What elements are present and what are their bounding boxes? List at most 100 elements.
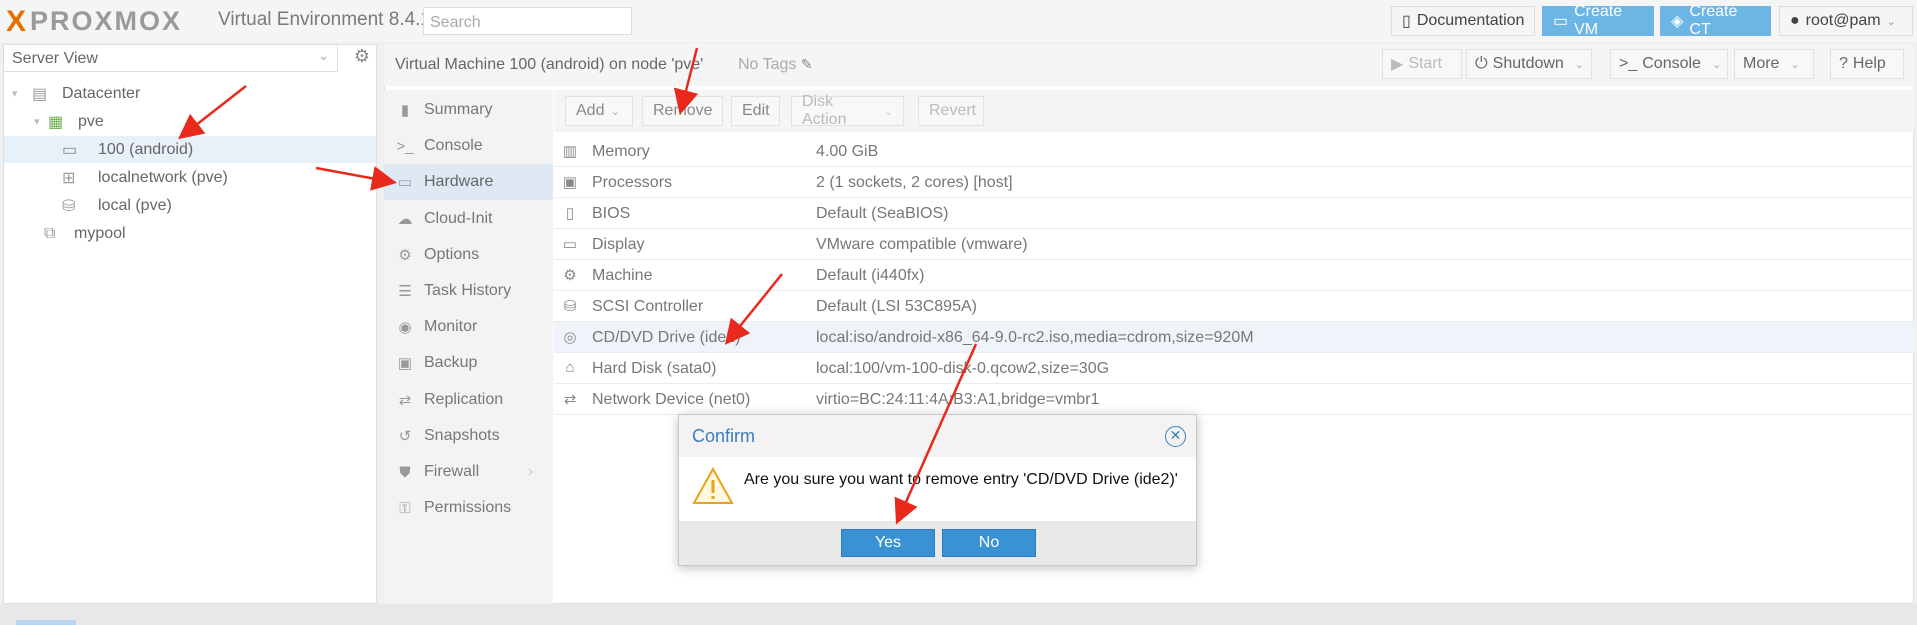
- power-icon: ⏻: [1475, 55, 1488, 72]
- terminal-icon: >_: [1619, 55, 1638, 72]
- help-button[interactable]: ? Help: [1830, 49, 1904, 79]
- hardware-row[interactable]: ⛁ SCSI Controller Default (LSI 53C895A): [554, 291, 1914, 322]
- create-ct-button[interactable]: ◈ Create CT: [1660, 3, 1771, 38]
- dialog-header: [679, 415, 1196, 457]
- revert-button[interactable]: Revert: [918, 96, 984, 126]
- hardware-row[interactable]: ⌂ Hard Disk (sata0) local:100/vm-100-disk-…: [554, 353, 1914, 384]
- tag-icon: ⧉: [44, 224, 56, 242]
- terminal-icon: >_: [396, 137, 414, 155]
- menu-item-label: Console: [424, 137, 483, 155]
- menu-item-backup[interactable]: ▣ Backup: [384, 345, 553, 381]
- hardware-name: Hard Disk (sata0): [592, 360, 717, 377]
- memory-icon: ▥: [562, 143, 578, 160]
- hardware-row[interactable]: ▯ BIOS Default (SeaBIOS): [554, 198, 1914, 229]
- edit-button[interactable]: Edit: [731, 96, 780, 126]
- hardware-row[interactable]: ⇄ Network Device (net0) virtio=BC:24:11:4A…: [554, 384, 1914, 415]
- menu-item-label: Task History: [424, 282, 512, 299]
- menu-item-label: Hardware: [424, 173, 494, 191]
- menu-item-hardware[interactable]: ▭ Hardware: [384, 164, 553, 201]
- hardware-row[interactable]: ▥ Memory 4.00 GiB: [554, 136, 1914, 167]
- hardware-row[interactable]: ▭ Display VMware compatible (vmware): [554, 229, 1914, 260]
- logo-x: X: [6, 4, 27, 38]
- menu-item-label: Firewall: [424, 463, 480, 480]
- proxmox-logo[interactable]: X PROXMOX: [6, 6, 182, 37]
- chevron-down-icon: ⌄: [610, 105, 620, 118]
- add-button[interactable]: Add ⌄: [565, 96, 633, 126]
- tree-item-vm-100[interactable]: ▭ 100 (android): [4, 136, 376, 163]
- close-icon[interactable]: ✕: [1165, 426, 1186, 447]
- hardware-name: Display: [592, 236, 645, 253]
- menu-item-console[interactable]: >_ Console: [384, 128, 553, 164]
- menu-item-firewall[interactable]: ⛊ Firewall ›: [384, 454, 553, 490]
- documentation-label: Documentation: [1416, 12, 1525, 29]
- hardware-row[interactable]: ▣ Processors 2 (1 sockets, 2 cores) [host]: [554, 167, 1914, 198]
- remove-label: Remove: [653, 102, 713, 119]
- hardware-value: virtio=BC:24:11:4A:B3:A1,bridge=vmbr1: [816, 391, 1100, 408]
- tree-item-pve[interactable]: ▾ ▦ pve: [4, 108, 376, 135]
- create-vm-button[interactable]: ▭ Create VM: [1542, 3, 1654, 38]
- hardware-name: CD/DVD Drive (ide2): [592, 329, 741, 346]
- no-button[interactable]: No: [942, 529, 1036, 557]
- tree-item-localnetwork[interactable]: ⊞ localnetwork (pve): [4, 164, 376, 191]
- history-icon: ↺: [398, 427, 412, 445]
- chip-icon: ▯: [565, 205, 575, 222]
- edit-label: Edit: [742, 102, 770, 119]
- menu-item-snapshots[interactable]: ↺ Snapshots: [384, 418, 553, 454]
- hardware-row[interactable]: ◎ CD/DVD Drive (ide2) local:iso/android-x8…: [554, 322, 1914, 353]
- menu-item-summary[interactable]: ▮ Summary: [384, 92, 553, 128]
- documentation-button[interactable]: ▯ Documentation: [1391, 6, 1535, 36]
- more-button[interactable]: More ⌄: [1734, 49, 1814, 79]
- menu-item-monitor[interactable]: ◉ Monitor: [384, 309, 553, 345]
- menu-item-task-history[interactable]: ☰ Task History: [384, 273, 553, 309]
- list-icon: ☰: [398, 283, 412, 300]
- yes-button[interactable]: Yes: [841, 529, 935, 557]
- cogs-icon: ⚙: [563, 267, 577, 284]
- create-vm-label: Create VM: [1574, 3, 1623, 38]
- cloud-icon: ☁: [397, 210, 413, 228]
- revert-label: Revert: [929, 102, 977, 119]
- hardware-name: SCSI Controller: [592, 298, 704, 315]
- menu-item-replication[interactable]: ⇄ Replication: [384, 382, 553, 418]
- menu-item-label: Options: [424, 245, 480, 263]
- status-bar: [0, 604, 1917, 625]
- server-view-select[interactable]: Server View ⌄: [3, 44, 338, 72]
- disk-action-button[interactable]: Disk Action ⌄: [791, 93, 904, 128]
- cpu-icon: ▣: [562, 174, 578, 191]
- menu-item-label: Snapshots: [424, 426, 500, 444]
- database-icon: ⛁: [563, 298, 577, 315]
- pencil-icon[interactable]: ✎: [801, 56, 813, 72]
- monitor-icon: ▭: [397, 174, 413, 192]
- disk-action-label: Disk Action: [802, 93, 847, 128]
- shutdown-button[interactable]: ⏻ Shutdown ⌄: [1466, 49, 1592, 79]
- datacenter-icon: ▤: [32, 85, 48, 103]
- menu-item-label: Cloud-Init: [424, 209, 493, 227]
- server-view-label: Server View: [12, 50, 98, 67]
- help-label: Help: [1852, 55, 1886, 72]
- tree-item-datacenter[interactable]: ▾ ▤ Datacenter: [4, 80, 376, 107]
- question-icon: ?: [1839, 55, 1848, 72]
- tags-field[interactable]: No Tags ✎: [738, 56, 813, 74]
- eye-icon: ◉: [398, 319, 412, 337]
- hardware-row[interactable]: ⚙ Machine Default (i440fx): [554, 260, 1914, 291]
- user-menu-button[interactable]: ● root@pam ⌄: [1779, 6, 1913, 36]
- menu-item-cloud-init[interactable]: ☁ Cloud-Init: [384, 201, 553, 237]
- vm-title: Virtual Machine 100 (android) on node 'p…: [395, 56, 704, 73]
- status-tab[interactable]: [16, 620, 76, 625]
- gear-icon[interactable]: ⚙: [350, 46, 374, 70]
- menu-item-permissions[interactable]: ⚿ Permissions: [384, 490, 553, 526]
- collapse-arrow-icon: ▾: [34, 116, 40, 128]
- start-button[interactable]: ▶ Start: [1382, 49, 1462, 79]
- node-icon: ▦: [48, 113, 64, 131]
- console-button[interactable]: >_ Console ⌄: [1610, 49, 1728, 79]
- menu-item-label: Permissions: [424, 499, 512, 517]
- tree-item-mypool[interactable]: ⧉ mypool: [4, 220, 376, 247]
- collapse-arrow-icon: ▾: [12, 88, 18, 100]
- hardware-name: Network Device (net0): [592, 391, 751, 408]
- menu-item-options[interactable]: ⚙ Options: [384, 237, 553, 273]
- remove-button[interactable]: Remove: [642, 96, 723, 126]
- tree-item-label: Datacenter: [62, 84, 141, 102]
- search-input[interactable]: Search: [423, 7, 632, 35]
- hardware-name: BIOS: [592, 205, 631, 222]
- tree-item-local-storage[interactable]: ⛁ local (pve): [4, 192, 376, 219]
- more-label: More: [1743, 55, 1780, 72]
